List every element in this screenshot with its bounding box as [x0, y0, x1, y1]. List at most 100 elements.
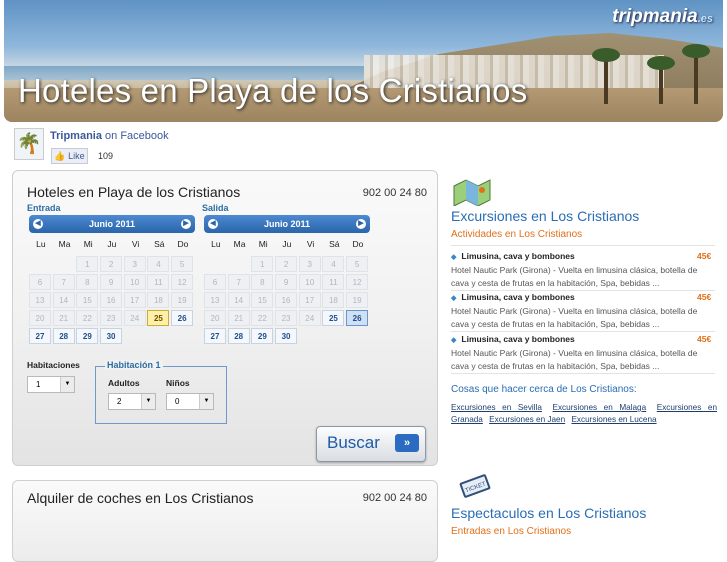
calendar-day[interactable]: 29 — [76, 328, 99, 344]
weekday-label: Vi — [131, 239, 140, 249]
diamond-bullet-icon: ◆ — [451, 337, 457, 344]
excursion-item-title[interactable]: ◆ Limusina, cava y bombones — [451, 251, 575, 261]
header-banner: tripmania.es Hoteles en Playa de los Cri… — [4, 0, 723, 122]
calendar-day[interactable]: 27 — [204, 328, 226, 344]
calendar-day[interactable]: 25 — [147, 310, 170, 326]
calendar-day: 11 — [147, 274, 170, 290]
calendar-day[interactable]: 28 — [52, 328, 75, 344]
excursions-title[interactable]: Excursiones en Los Cristianos — [451, 208, 639, 224]
chevron-down-icon[interactable]: ▼ — [199, 394, 213, 409]
weekday-label: Ju — [282, 239, 292, 249]
calendar-day[interactable]: 27 — [29, 328, 51, 344]
car-rental-title[interactable]: Alquiler de coches en Los Cristianos — [27, 490, 253, 506]
page-title: Hoteles en Playa de los Cristianos — [18, 72, 528, 109]
weekday-label: Ma — [233, 239, 246, 249]
calendar-day: 19 — [346, 292, 369, 308]
chevron-down-icon[interactable]: ▼ — [141, 394, 155, 409]
rooms-select[interactable]: 1 ▼ — [27, 376, 75, 393]
calendar-day[interactable]: 30 — [275, 328, 298, 344]
prev-month-icon[interactable]: ◀ — [33, 219, 43, 229]
weekday-label: Lu — [211, 239, 221, 249]
calendar-day: 3 — [123, 256, 146, 272]
calendar-day[interactable]: 26 — [346, 310, 369, 326]
ticket-icon: TICKET — [459, 474, 491, 498]
calendar-day: 2 — [100, 256, 123, 272]
site-logo[interactable]: tripmania.es — [612, 6, 713, 28]
calendar-day: 9 — [275, 274, 298, 290]
empty-cell — [204, 256, 226, 272]
calendar-day: 7 — [52, 274, 75, 290]
nearby-link[interactable]: Excursiones en Jaen — [489, 415, 565, 424]
empty-cell — [228, 256, 250, 272]
calendar-day: 9 — [100, 274, 123, 290]
palm-icon — [592, 48, 620, 104]
adults-label: Adultos — [108, 378, 140, 388]
excursions-subtitle[interactable]: Actividades en Los Cristianos — [451, 229, 582, 240]
calendar-day[interactable]: 25 — [322, 310, 345, 326]
nearby-link[interactable]: Excursiones en Malaga — [553, 403, 647, 412]
next-month-icon[interactable]: ▶ — [356, 219, 366, 229]
weekday-label: Lu — [36, 239, 46, 249]
calendar-day: 8 — [251, 274, 274, 290]
calendar-day: 24 — [123, 310, 146, 326]
tripmania-avatar-icon[interactable]: 🌴 — [14, 128, 44, 160]
calendar-day: 5 — [171, 256, 194, 272]
calendar-day: 17 — [298, 292, 321, 308]
calendar-day: 18 — [147, 292, 170, 308]
nearby-link[interactable]: Excursiones en Lucena — [571, 415, 656, 424]
weekday-row: Lu Ma Mi Ju Vi Sá Do — [29, 239, 195, 249]
calendar-day: 2 — [275, 256, 298, 272]
children-select[interactable]: 0 ▼ — [166, 393, 214, 410]
divider — [451, 290, 715, 291]
chevron-down-icon[interactable]: ▼ — [60, 377, 74, 392]
diamond-bullet-icon: ◆ — [451, 254, 457, 261]
calendar-day: 3 — [298, 256, 321, 272]
calendar-day: 15 — [76, 292, 99, 308]
weekday-label: Vi — [306, 239, 315, 249]
calendar-day: 4 — [322, 256, 345, 272]
calendar-day: 12 — [346, 274, 369, 290]
calendar-day: 13 — [204, 292, 226, 308]
calendar-day: 21 — [227, 310, 250, 326]
calendar-day: 8 — [76, 274, 99, 290]
calendar-day[interactable]: 26 — [171, 310, 194, 326]
day-grid: 1 2 3 4 5 6 7 8 9 10 11 12 13 14 15 16 17 18 19 20 21 22 23 24 2… — [29, 256, 195, 344]
calendar-day: 5 — [346, 256, 369, 272]
excursion-item-title[interactable]: ◆ Limusina, cava y bombones — [451, 334, 575, 344]
facebook-like-button[interactable]: 👍 Like — [51, 148, 88, 164]
adults-select[interactable]: 2 ▼ — [108, 393, 156, 410]
next-month-icon[interactable]: ▶ — [181, 219, 191, 229]
weekday-label: Sá — [329, 239, 340, 249]
calendar-day: 7 — [227, 274, 250, 290]
calendar-day: 11 — [322, 274, 345, 290]
room-1-legend: Habitación 1 — [105, 360, 163, 370]
search-button[interactable]: Buscar » — [316, 426, 426, 462]
calendar-day: 20 — [204, 310, 226, 326]
calendar-day[interactable]: 30 — [100, 328, 123, 344]
prev-month-icon[interactable]: ◀ — [208, 219, 218, 229]
weekday-label: Mi — [83, 239, 93, 249]
hotel-search-panel: Hoteles en Playa de los Cristianos 902 0… — [12, 170, 438, 466]
calendar-day[interactable]: 28 — [227, 328, 250, 344]
empty-cell — [53, 256, 75, 272]
shows-title[interactable]: Espectaculos en Los Cristianos — [451, 505, 646, 521]
weekday-label: Ma — [58, 239, 71, 249]
nearby-link[interactable]: Excursiones en Sevilla — [451, 403, 542, 412]
weekday-label: Do — [352, 239, 364, 249]
facebook-page-link[interactable]: Tripmania on Facebook — [50, 130, 169, 142]
booking-phone: 902 00 24 80 — [362, 187, 427, 199]
calendar-day: 17 — [123, 292, 146, 308]
calendar-day: 1 — [251, 256, 274, 272]
weekday-label: Sá — [154, 239, 165, 249]
calendar-day: 23 — [100, 310, 123, 326]
calendar-day: 23 — [275, 310, 298, 326]
excursion-item-title[interactable]: ◆ Limusina, cava y bombones — [451, 292, 575, 302]
checkout-label: Salida — [202, 203, 229, 213]
calendar-day[interactable]: 29 — [251, 328, 274, 344]
excursion-item-description: Hotel Nautic Park (Girona) - Vuelta en l… — [451, 306, 698, 329]
calendar-day: 19 — [171, 292, 194, 308]
shows-subtitle[interactable]: Entradas en Los Cristianos — [451, 526, 571, 537]
calendar-day: 14 — [227, 292, 250, 308]
calendar-day: 15 — [251, 292, 274, 308]
calendar-day: 6 — [29, 274, 51, 290]
